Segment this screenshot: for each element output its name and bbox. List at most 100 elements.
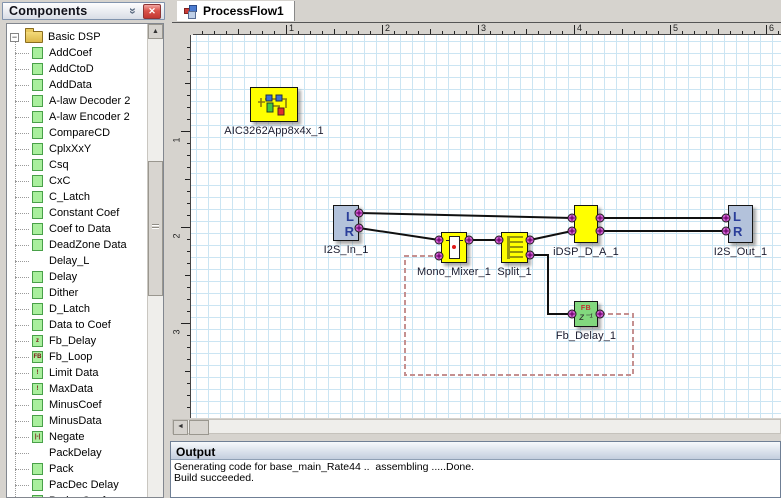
ruler-tick: [754, 31, 755, 34]
tree-item-data-to-coef[interactable]: Data to Coef: [7, 317, 148, 333]
tab-processflow1[interactable]: ProcessFlow1: [177, 1, 295, 21]
node-iDSP_D_A_1[interactable]: [574, 205, 598, 243]
node-I2S_Out_1[interactable]: LR: [728, 205, 753, 243]
tree-item-dither[interactable]: Dither: [7, 285, 148, 301]
component-icon: [32, 143, 43, 155]
tree-item-delay[interactable]: Delay: [7, 269, 148, 285]
tree-branch-line: [15, 116, 29, 118]
tree-item-packdelay[interactable]: PackDelay: [7, 445, 148, 461]
tree-item-a-law-decoder-2[interactable]: A-law Decoder 2: [7, 93, 148, 109]
tree-item-csq[interactable]: Csq: [7, 157, 148, 173]
design-canvas[interactable]: AIC3262App8x4x_1 L R I2S_In_1 Mono_Mixer_1 Sp…: [190, 35, 781, 418]
component-icon: |-|: [32, 431, 43, 443]
ruler-tick: [238, 29, 239, 34]
node-Fb_Delay_1[interactable]: FB z⁻¹: [574, 301, 598, 327]
ruler-tick: [598, 31, 599, 34]
tree-item-label: PacDec Delay: [49, 479, 119, 491]
tree-branch-line: [15, 180, 29, 182]
tree-branch-line: [15, 196, 29, 198]
tree-item-minusdata[interactable]: MinusData: [7, 413, 148, 429]
chevron-double-down-icon[interactable]: »: [126, 4, 140, 18]
tree-root-basic-dsp[interactable]: − Basic DSP: [7, 28, 148, 45]
tree-item-label: Delay: [49, 271, 78, 283]
ruler-tick: [490, 31, 491, 34]
tree-item-fb-loop[interactable]: FB Fb_Loop: [7, 349, 148, 365]
tree-item-comparecd[interactable]: CompareCD: [7, 125, 148, 141]
tree-item-minuscoef[interactable]: MinusCoef: [7, 397, 148, 413]
ruler-tick: [778, 31, 779, 34]
ruler-tick: [181, 131, 190, 132]
ruler-tick: [406, 31, 407, 34]
port-cross-icon: [527, 237, 533, 243]
tree-item-label: D_Latch: [49, 303, 90, 315]
tree-item-addcoef[interactable]: AddCoef: [7, 45, 148, 61]
scroll-up-icon[interactable]: ▲: [148, 24, 163, 39]
ruler-number: 1: [172, 137, 182, 143]
node-AIC3262App8x4x_1[interactable]: [250, 87, 298, 122]
tree-item-pacdec-delay[interactable]: PacDec Delay: [7, 477, 148, 493]
canvas-scrollbar-thumb[interactable]: [189, 420, 209, 435]
ruler-tick: [610, 31, 611, 34]
tree-branch-line: [15, 420, 29, 422]
tree-item-coef-to-data[interactable]: Coef to Data: [7, 221, 148, 237]
tree-scrollbar-thumb[interactable]: [148, 161, 163, 296]
tree-item-constant-coef[interactable]: Constant Coef: [7, 205, 148, 221]
tree-item-addctod[interactable]: AddCtoD: [7, 61, 148, 77]
tree-branch-line: [15, 372, 29, 374]
tree-item-pack[interactable]: Pack: [7, 461, 148, 477]
tree-item-cxc[interactable]: CxC: [7, 173, 148, 189]
component-icon: [32, 127, 43, 139]
channel-letters: LR: [733, 209, 743, 239]
node-Split_1[interactable]: [501, 232, 528, 263]
tree-item-probe-coef[interactable]: Probe-Coef: [7, 493, 148, 497]
output-panel-header: Output: [171, 442, 780, 460]
tree-item-delay-l[interactable]: Delay_L: [7, 253, 148, 269]
output-panel: Output Generating code for base_main_Rat…: [170, 441, 781, 498]
ruler-tick: [322, 31, 323, 34]
ruler-tick: [646, 31, 647, 34]
node-I2S_In_1[interactable]: LR: [333, 205, 359, 241]
tree-item-maxdata[interactable]: ! MaxData: [7, 381, 148, 397]
tree-item-adddata[interactable]: AddData: [7, 77, 148, 93]
ruler-tick: [262, 31, 263, 34]
scroll-left-icon[interactable]: ◄: [173, 420, 188, 435]
tree-item-fb-delay[interactable]: z Fb_Delay: [7, 333, 148, 349]
canvas-horizontal-scrollbar[interactable]: ◄: [172, 419, 781, 435]
tree-branch-line: [15, 404, 29, 406]
node-label-AIC3262App8x4x_1: AIC3262App8x4x_1: [224, 125, 324, 137]
tree-item-negate[interactable]: |-| Negate: [7, 429, 148, 445]
tree-item-deadzone-data[interactable]: DeadZone Data: [7, 237, 148, 253]
ruler-tick: [442, 31, 443, 34]
signal-wire[interactable]: [358, 212, 573, 219]
ruler-number: 2: [385, 23, 391, 33]
tree-item-limit-data[interactable]: ! Limit Data: [7, 365, 148, 381]
expander-minus-icon[interactable]: −: [10, 32, 19, 42]
tree-item-label: CplxXxY: [49, 143, 92, 155]
tree-item-d-latch[interactable]: D_Latch: [7, 301, 148, 317]
components-panel-header[interactable]: Components » ✕: [2, 2, 165, 20]
tree-branch-line: [15, 84, 29, 86]
document-tabbar: ProcessFlow1: [168, 0, 781, 21]
tree-item-c-latch[interactable]: C_Latch: [7, 189, 148, 205]
component-icon: [32, 223, 43, 235]
mixer-slider-icon: [445, 236, 463, 259]
tree-item-a-law-encoder-2[interactable]: A-law Encoder 2: [7, 109, 148, 125]
tree-scrollbar[interactable]: ▲: [147, 24, 163, 497]
close-icon[interactable]: ✕: [143, 3, 161, 19]
tree-item-label: MinusCoef: [49, 399, 102, 411]
signal-wire[interactable]: [529, 230, 573, 241]
tree-branch-line: [15, 52, 29, 54]
ruler-tick: [346, 31, 347, 34]
component-icon: [32, 207, 43, 219]
node-label-Mono_Mixer_1: Mono_Mixer_1: [417, 266, 491, 278]
tab-label: ProcessFlow1: [203, 4, 284, 18]
signal-wire[interactable]: [358, 227, 440, 241]
component-icon: [32, 111, 43, 123]
tree-item-cplxxxy[interactable]: CplxXxY: [7, 141, 148, 157]
node-label-I2S_In_1: I2S_In_1: [323, 244, 369, 256]
node-Mono_Mixer_1[interactable]: [441, 232, 467, 263]
component-icon: z: [32, 335, 43, 347]
component-icon: [32, 287, 43, 299]
ruler-tick: [622, 29, 623, 34]
signal-wire[interactable]: [530, 254, 572, 315]
